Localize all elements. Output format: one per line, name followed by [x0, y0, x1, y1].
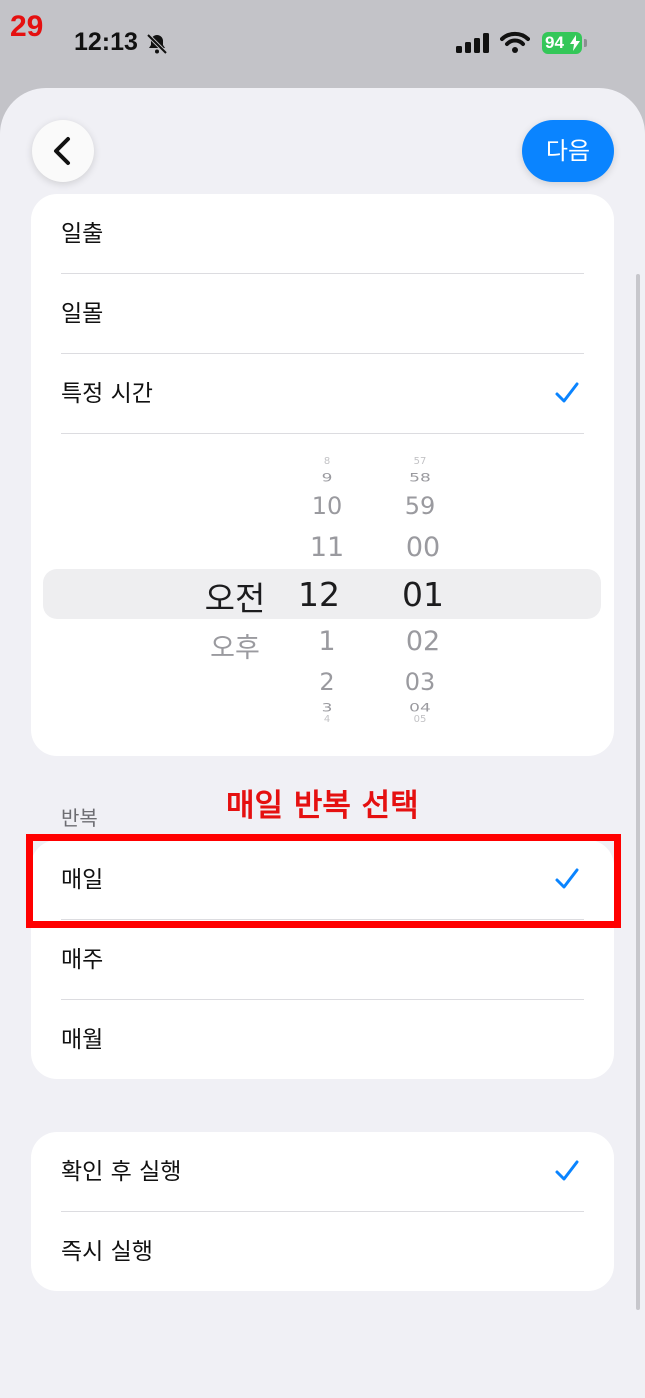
option-label: 일출 [61, 221, 104, 247]
option-label: 일몰 [61, 301, 104, 327]
battery-level: 94 [545, 33, 564, 52]
status-time: 12:13 [74, 28, 138, 56]
picker-minute-option[interactable]: 59 [380, 492, 460, 520]
picker-hour-option[interactable]: 4 [287, 714, 367, 725]
time-options-card: 일출 일몰 특정 시간 오전 오후 8 9 10 11 12 1 2 3 4 5… [31, 194, 614, 756]
picker-minute-option[interactable]: 00 [383, 532, 463, 563]
bell-slash-icon [146, 33, 168, 55]
picker-period-selected[interactable]: 오전 [195, 572, 275, 620]
picker-hour-option[interactable]: 3 [287, 701, 367, 715]
picker-minute-option[interactable]: 04 [380, 701, 460, 715]
charging-bolt-icon [570, 35, 580, 51]
option-specific-time[interactable]: 특정 시간 [31, 354, 614, 434]
chevron-left-icon [54, 137, 70, 165]
option-label: 확인 후 실행 [61, 1159, 182, 1185]
picker-minute-selected[interactable]: 01 [383, 575, 463, 614]
option-label: 매주 [61, 947, 104, 973]
annotation-text: 매일 반복 선택 [226, 788, 419, 824]
option-label: 즉시 실행 [61, 1239, 153, 1265]
time-picker[interactable]: 오전 오후 8 9 10 11 12 1 2 3 4 57 58 59 00 0… [31, 434, 614, 730]
annotation-highlight-box [26, 834, 621, 928]
run-option-immediate[interactable]: 즉시 실행 [31, 1212, 614, 1291]
cellular-signal-icon [456, 33, 489, 53]
picker-hour-option[interactable]: 9 [287, 471, 367, 485]
picker-hour-selected[interactable]: 12 [279, 575, 359, 614]
scrollbar[interactable] [636, 274, 640, 1310]
wifi-icon [500, 31, 530, 53]
checkmark-icon [555, 1160, 579, 1181]
picker-minute-option[interactable]: 05 [380, 714, 460, 725]
picker-hour-option[interactable]: 2 [287, 668, 367, 696]
checkmark-icon [555, 382, 579, 403]
battery-indicator: 94 [542, 32, 582, 54]
picker-minute-option[interactable]: 02 [383, 626, 463, 657]
option-sunset[interactable]: 일몰 [31, 274, 614, 354]
option-sunrise[interactable]: 일출 [31, 194, 614, 274]
repeat-section-header: 반복 [61, 806, 98, 830]
option-label: 특정 시간 [61, 381, 153, 407]
picker-minute-option[interactable]: 03 [380, 668, 460, 696]
picker-hour-option[interactable]: 10 [287, 492, 367, 520]
picker-minute-option[interactable]: 58 [380, 471, 460, 485]
repeat-option-weekly[interactable]: 매주 [31, 920, 614, 1000]
run-option-confirm[interactable]: 확인 후 실행 [31, 1132, 614, 1212]
next-button[interactable]: 다음 [522, 120, 614, 182]
picker-hour-option[interactable]: 8 [287, 456, 367, 467]
option-label: 매월 [61, 1027, 104, 1053]
picker-period-option[interactable]: 오후 [195, 626, 275, 665]
back-button[interactable] [32, 120, 94, 182]
step-number-badge: 29 [10, 10, 44, 43]
repeat-option-monthly[interactable]: 매월 [31, 1000, 614, 1079]
battery-cap [584, 39, 587, 47]
picker-minute-option[interactable]: 57 [380, 456, 460, 467]
run-options-card: 확인 후 실행 즉시 실행 [31, 1132, 614, 1291]
picker-hour-option[interactable]: 1 [287, 626, 367, 657]
picker-hour-option[interactable]: 11 [287, 532, 367, 563]
